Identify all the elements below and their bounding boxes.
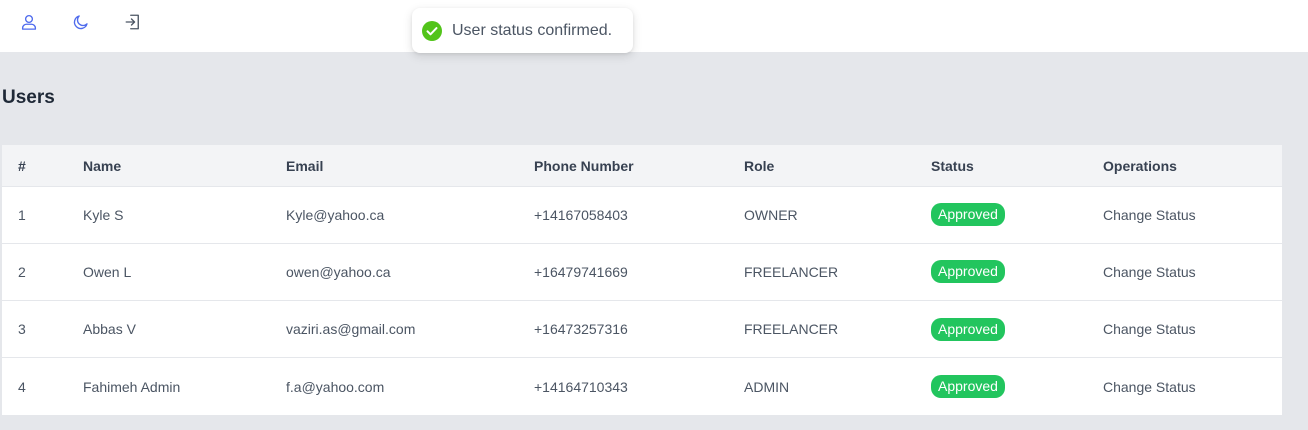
cell-status: Approved xyxy=(931,243,1103,300)
cell-email: f.a@yahoo.com xyxy=(286,378,385,395)
table-row: 1 Kyle S Kyle@yahoo.ca +14167058403 OWNE… xyxy=(2,186,1282,243)
table-row: 2 Owen L owen@yahoo.ca +16479741669 FREE… xyxy=(2,243,1282,300)
user-icon[interactable] xyxy=(18,11,40,33)
change-status-link[interactable]: Change Status xyxy=(1103,321,1196,337)
cell-index: 3 xyxy=(18,321,26,338)
logout-icon[interactable] xyxy=(122,11,144,33)
change-status-link[interactable]: Change Status xyxy=(1103,264,1196,280)
cell-operations: Change Status xyxy=(1103,186,1282,243)
cell-phone: +14164710343 xyxy=(534,378,628,395)
cell-operations: Change Status xyxy=(1103,243,1282,300)
cell-email: owen@yahoo.ca xyxy=(286,263,391,280)
users-table: # Name Email Phone Number Role Status Op… xyxy=(2,145,1282,415)
table-header-row: # Name Email Phone Number Role Status Op… xyxy=(2,145,1282,186)
check-circle-icon xyxy=(422,20,442,41)
cell-phone: +16473257316 xyxy=(534,321,628,338)
cell-index: 2 xyxy=(18,263,26,280)
cell-operations: Change Status xyxy=(1103,301,1282,358)
column-header-operations: Operations xyxy=(1103,157,1177,174)
cell-role: OWNER xyxy=(744,206,798,223)
cell-email: Kyle@yahoo.ca xyxy=(286,206,385,223)
cell-role: FREELANCER xyxy=(744,263,839,280)
cell-status: Approved xyxy=(931,358,1103,415)
cell-index: 1 xyxy=(18,206,26,223)
cell-name: Fahimeh Admin xyxy=(83,378,181,395)
cell-status: Approved xyxy=(931,301,1103,358)
cell-status: Approved xyxy=(931,186,1103,243)
column-header-role: Role xyxy=(744,157,775,174)
page-title: Users xyxy=(2,87,55,108)
column-header-index: # xyxy=(18,157,26,174)
cell-name: Owen L xyxy=(83,263,132,280)
cell-email: vaziri.as@gmail.com xyxy=(286,321,416,338)
column-header-name: Name xyxy=(83,157,122,174)
status-badge: Approved xyxy=(931,317,1005,341)
status-badge: Approved xyxy=(931,203,1005,227)
toast-notification: User status confirmed. xyxy=(412,8,633,53)
column-header-status: Status xyxy=(931,157,974,174)
cell-name: Kyle S xyxy=(83,206,124,223)
table-row: 4 Fahimeh Admin f.a@yahoo.com +141647103… xyxy=(2,357,1282,415)
cell-role: FREELANCER xyxy=(744,321,839,338)
column-header-email: Email xyxy=(286,157,324,174)
table-row: 3 Abbas V vaziri.as@gmail.com +164732573… xyxy=(2,300,1282,358)
change-status-link[interactable]: Change Status xyxy=(1103,379,1196,395)
cell-role: ADMIN xyxy=(744,378,790,395)
column-header-phone: Phone Number xyxy=(534,157,634,174)
cell-operations: Change Status xyxy=(1103,358,1282,415)
change-status-link[interactable]: Change Status xyxy=(1103,207,1196,223)
cell-phone: +16479741669 xyxy=(534,263,628,280)
top-bar xyxy=(0,0,1308,52)
status-badge: Approved xyxy=(931,260,1005,284)
cell-name: Abbas V xyxy=(83,321,136,338)
toast-message: User status confirmed. xyxy=(452,21,613,39)
moon-icon[interactable] xyxy=(70,11,92,33)
cell-phone: +14167058403 xyxy=(534,206,628,223)
cell-index: 4 xyxy=(18,378,26,395)
status-badge: Approved xyxy=(931,375,1005,399)
